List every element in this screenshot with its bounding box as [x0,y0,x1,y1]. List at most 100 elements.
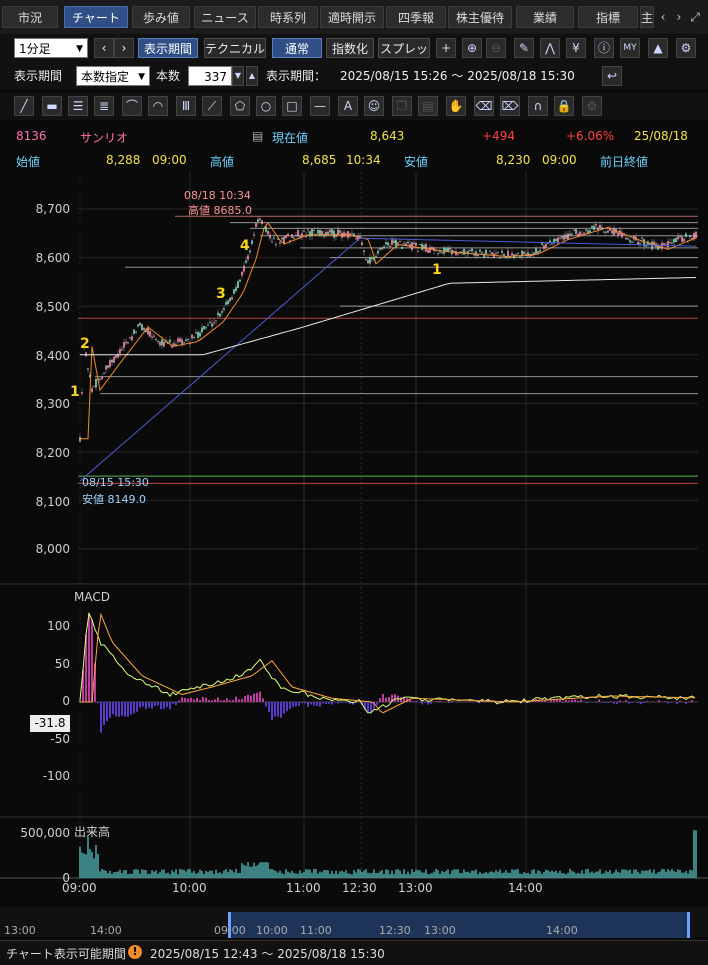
arc-icon[interactable]: ◠ [148,96,168,116]
count-down-icon[interactable]: ▼ [232,66,244,86]
gann-icon[interactable]: ⟋ [202,96,222,116]
volume-bar [687,874,689,878]
volume-bar [205,871,207,878]
zoom-out-icon[interactable]: ⊖ [486,38,506,58]
document-icon[interactable]: ▤ [252,129,263,143]
macd-histogram-bar [199,700,201,702]
macd-histogram-bar [298,702,300,706]
circle-icon[interactable]: ○ [256,96,276,116]
paste-icon[interactable]: ▤ [418,96,438,116]
technical-button[interactable]: テクニカル [204,38,266,58]
interval-select[interactable]: 1分足 ▼ [14,38,88,58]
normal-button[interactable]: 通常 [272,38,322,58]
chart-area[interactable]: 8,700 8,600 8,500 8,400 8,300 8,200 8,10… [0,172,708,938]
vlines-icon[interactable]: Ⅲ [176,96,196,116]
navigator-window[interactable] [228,912,690,938]
price-tick: 8,500 [0,300,70,314]
yen-icon[interactable]: ¥ [566,38,586,58]
rectangle-icon[interactable]: □ [282,96,302,116]
macd-histogram-bar [439,701,441,702]
period-mode-select[interactable]: 本数指定 ▼ [76,66,150,86]
candle-body [507,251,509,256]
candle-body [211,324,213,327]
tab-shikiho[interactable]: 四季報 [386,6,446,28]
macd-histogram-bar [301,702,303,703]
volume-bar [403,869,405,878]
time-tick: 14:00 [508,881,543,895]
tab-disclosure[interactable]: 適時開示 [320,6,384,28]
volume-bar [603,873,605,878]
text-icon[interactable]: A [338,96,358,116]
volume-bar [329,874,331,878]
volume-bar [369,873,371,878]
spread-button[interactable]: スプレッド [378,38,430,58]
index-button[interactable]: 指数化 [326,38,374,58]
crosshair-icon[interactable]: + [436,38,456,58]
volume-bar [495,870,497,878]
candle-body [265,226,267,231]
drawing-tools: ╱ ▬ ☰ ≣ ⌒ ◠ Ⅲ ⟋ ⬠ ○ □ — A ☺ ❐ ▤ ✋ ⌫ ⌦ ∩ … [0,92,708,120]
fan-icon[interactable]: ⌒ [122,96,142,116]
info-icon[interactable]: ⓘ [594,38,614,58]
count-input[interactable]: 337 [188,66,232,86]
volume-bar [161,870,163,878]
volume-bar [101,869,103,878]
volume-bar [319,871,321,878]
tab-more[interactable]: 主 [640,6,654,28]
ruler-icon[interactable]: ▬ [42,96,62,116]
macd-histogram-bar [127,702,129,717]
candle-body [391,239,393,245]
pentagon-icon[interactable]: ⬠ [230,96,250,116]
tab-indicators[interactable]: 指標 [578,6,638,28]
candle-body [313,230,315,231]
macd-histogram-bar [376,702,378,705]
high-annotation-text: 高値 8685.0 [188,202,252,218]
tab-market[interactable]: 市況 [2,6,58,28]
tab-timeseries[interactable]: 時系列 [258,6,318,28]
volume-bar [521,874,523,878]
my-settings-icon[interactable]: MY [620,38,640,58]
period-mode-button[interactable]: 表示期間 [138,38,198,58]
trendline-icon[interactable]: ╱ [14,96,34,116]
chevron-left-icon[interactable]: ‹ [656,8,670,26]
expand-icon[interactable]: ⤢ [688,8,702,26]
volume-bar [447,869,449,878]
candle-body [387,242,389,245]
volume-bar [421,872,423,878]
chevron-right-icon[interactable]: › [672,8,686,26]
macd-histogram-bar [565,700,567,702]
eraser-all-icon[interactable]: ⌦ [500,96,520,116]
tab-tick[interactable]: 歩み値 [132,6,190,28]
macd-histogram-bar [169,702,171,709]
eraser-icon[interactable]: ⌫ [474,96,494,116]
tab-yutai[interactable]: 株主優待 [448,6,512,28]
hlines-icon[interactable]: ☰ [68,96,88,116]
return-icon[interactable]: ↩ [602,66,622,86]
count-up-icon[interactable]: ▲ [246,66,258,86]
magnet-icon[interactable]: ∩ [528,96,548,116]
tab-chart[interactable]: チャート [64,6,128,28]
chart-type-icon[interactable]: ⋀ [540,38,560,58]
gear-icon[interactable]: ⚙ [582,96,602,116]
prev-arrow-icon[interactable]: ‹ [94,38,114,58]
volume-bar [483,873,485,878]
lock-icon[interactable]: 🔒 [554,96,574,116]
area-chart-icon[interactable]: ▲ [648,38,668,58]
fib-icon[interactable]: ≣ [94,96,114,116]
candle-body [605,232,607,233]
tab-earnings[interactable]: 業績 [516,6,574,28]
hline-icon[interactable]: — [310,96,330,116]
volume-bar [563,873,565,878]
candle-body [543,245,545,249]
copy-icon[interactable]: ❐ [392,96,412,116]
tab-news[interactable]: ニュース [194,6,256,28]
candle-body [339,231,341,233]
next-arrow-icon[interactable]: › [114,38,134,58]
prev-close-label: 前日終値 [600,153,648,170]
emoji-icon[interactable]: ☺ [364,96,384,116]
zoom-in-icon[interactable]: ⊕ [462,38,482,58]
moving-average-line [80,238,696,481]
pencil-icon[interactable]: ✎ [514,38,534,58]
wrench-icon[interactable]: ⚙ [676,38,696,58]
hand-icon[interactable]: ✋ [446,96,466,116]
